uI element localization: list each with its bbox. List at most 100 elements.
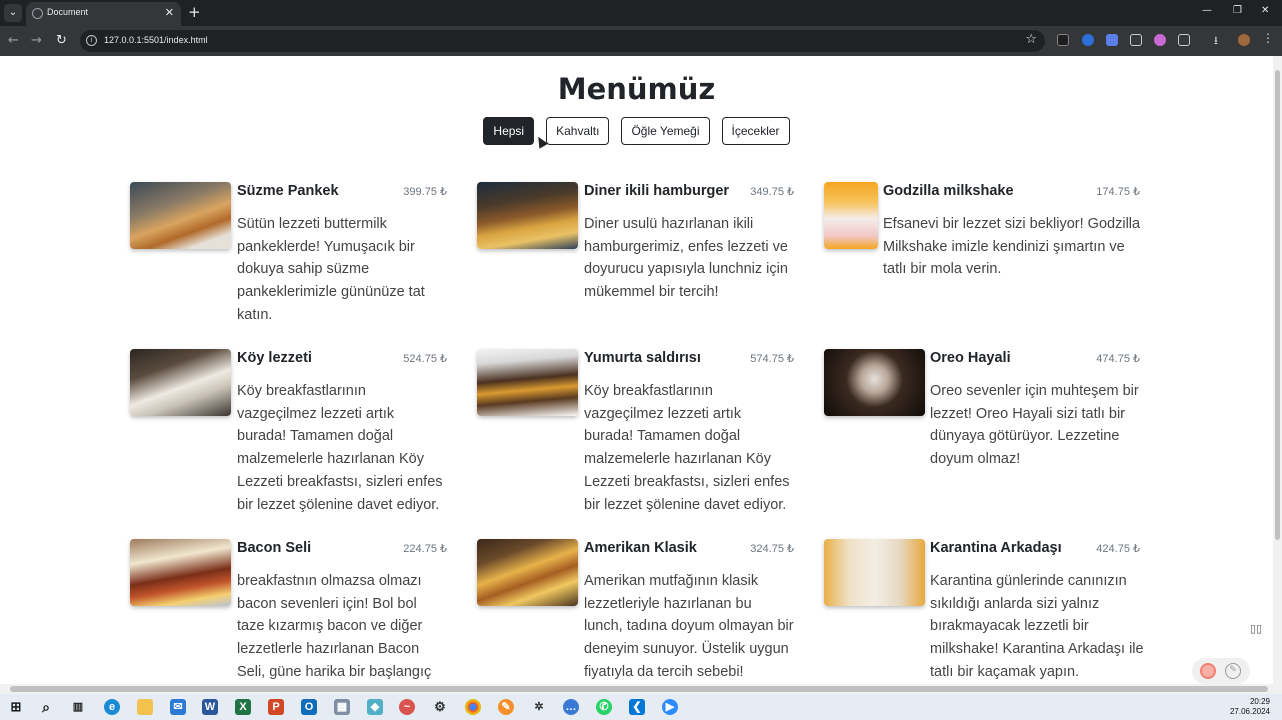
item-description: Karantina günlerinde canınızın sıkıldığı… (930, 573, 1144, 680)
village-breakfast-photo (130, 349, 231, 416)
item-title: Oreo Hayali (930, 350, 1011, 366)
horizontal-scrollbar-thumb[interactable] (10, 686, 1268, 692)
url-text: 127.0.0.1:5501/index.html (104, 35, 208, 45)
download-icon[interactable]: ⭳ (1214, 32, 1226, 47)
zoom-icon[interactable]: ▶ (662, 699, 678, 715)
item-description: Köy breakfastlarının vazgeçilmez lezzeti… (584, 383, 790, 513)
eyedropper-extension-icon[interactable] (1057, 34, 1069, 46)
calculator-icon[interactable]: ▦ (334, 699, 350, 715)
restore-button[interactable]: ❐ (1233, 5, 1242, 16)
back-button[interactable]: ← (8, 33, 19, 48)
globe-icon (32, 8, 43, 19)
item-title: Bacon Seli (237, 540, 312, 556)
recording-widget[interactable]: ✎ (1192, 658, 1250, 684)
filter-all-button[interactable]: Hepsi (483, 117, 535, 145)
edge-icon[interactable]: e (104, 699, 120, 715)
forward-button[interactable]: → (31, 33, 42, 48)
outlook-icon[interactable]: O (301, 699, 317, 715)
couple-milkshake-photo (824, 539, 925, 606)
browser-tab-bar: ⌄ Document ✕ + — ❐ ✕ (0, 0, 1282, 26)
app-icon-red[interactable]: ~ (399, 699, 415, 715)
item-title: Diner ikili hamburger (584, 183, 730, 199)
system-clock[interactable]: 20:29 27.06.2024 (1230, 697, 1270, 717)
app-icon-teal[interactable]: ◆ (367, 699, 383, 715)
item-description: Köy breakfastlarının vazgeçilmez lezzeti… (237, 383, 443, 513)
clock-time: 20:29 (1249, 697, 1270, 706)
windows-taskbar: ⊞ ⌕ ▥ e ✉ W X P O ▦ ◆ ~ ⚙ ✎ ✲ … ✆ ❮ ▶ 20… (0, 694, 1282, 720)
item-title: Köy lezzeti (237, 350, 312, 366)
browser-toolbar: ← → ↻ i 127.0.0.1:5501/index.html ☆ ⭳ ⋮ (0, 26, 1282, 56)
reading-mode-icon[interactable]: ▯▯ (1250, 622, 1262, 635)
tab-search-button[interactable]: ⌄ (4, 4, 22, 22)
powerpoint-icon[interactable]: P (268, 699, 284, 715)
filter-drinks-button[interactable]: İçecekler (721, 117, 790, 145)
item-price: 399.75 ₺ (403, 186, 447, 198)
burger-fries-photo (477, 539, 578, 606)
whatsapp-icon[interactable]: ✆ (596, 699, 612, 715)
item-price: 424.75 ₺ (1096, 543, 1140, 555)
clock-date: 27.06.2024 (1229, 707, 1270, 716)
vscode-icon[interactable]: ❮ (629, 699, 645, 715)
browser-tab[interactable]: Document ✕ (26, 2, 181, 26)
minimize-button[interactable]: — (1202, 5, 1212, 16)
filter-breakfast-button[interactable]: Kahvaltı (546, 117, 610, 145)
address-bar[interactable]: i 127.0.0.1:5501/index.html ☆ (80, 30, 1045, 52)
word-icon[interactable]: W (202, 699, 218, 715)
item-price: 174.75 ₺ (1096, 186, 1140, 198)
item-price: 574.75 ₺ (750, 353, 794, 365)
vertical-scrollbar-thumb[interactable] (1275, 70, 1280, 540)
bookmark-star-icon[interactable]: ☆ (1025, 32, 1037, 47)
extension-icon-screenshot[interactable] (1130, 34, 1142, 46)
site-info-icon[interactable]: i (86, 35, 97, 46)
file-explorer-icon[interactable] (137, 699, 153, 715)
extension-icon-blue[interactable] (1082, 34, 1094, 46)
search-icon[interactable]: ⌕ (38, 699, 54, 715)
item-description: Sütün lezzeti buttermilk pankeklerde! Yu… (237, 216, 425, 323)
item-title: Godzilla milkshake (883, 183, 1014, 199)
extension-icon-translate[interactable] (1106, 34, 1118, 46)
item-price: 474.75 ₺ (1096, 353, 1140, 365)
pen-icon[interactable]: ✎ (1225, 663, 1241, 679)
mail-icon[interactable]: ✉ (170, 699, 186, 715)
close-tab-icon[interactable]: ✕ (165, 6, 174, 19)
egg-burger-photo (477, 349, 578, 416)
reload-button[interactable]: ↻ (56, 33, 67, 48)
bacon-sandwich-photo (130, 539, 231, 606)
item-price: 524.75 ₺ (403, 353, 447, 365)
milkshake-photo (824, 182, 878, 249)
item-description: Oreo sevenler için muhteşem bir lezzet! … (930, 383, 1139, 468)
item-price: 224.75 ₺ (403, 543, 447, 555)
item-description: Diner usulü hazırlanan ikili hamburgerim… (584, 216, 788, 301)
menu-heading: Menümüz (557, 72, 716, 106)
settings-gear-icon[interactable]: ⚙ (432, 699, 448, 715)
item-description: breakfastnın olmazsa olmazı bacon sevenl… (237, 573, 432, 680)
chrome-icon[interactable] (465, 699, 481, 715)
browser-menu-icon[interactable]: ⋮ (1262, 31, 1274, 45)
item-description: Amerikan mutfağının klasik lezzetleriyle… (584, 573, 794, 680)
app-icon-orange[interactable]: ✎ (498, 699, 514, 715)
page-viewport: Menümüz Hepsi Kahvaltı Öğle Yemeği İçece… (0, 56, 1273, 684)
extension-icon-purple[interactable] (1154, 34, 1166, 46)
filter-buttons: Hepsi Kahvaltı Öğle Yemeği İçecekler (0, 117, 1273, 145)
excel-icon[interactable]: X (235, 699, 251, 715)
app-icon-bird[interactable]: ✲ (531, 699, 547, 715)
item-price: 349.75 ₺ (750, 186, 794, 198)
app-icon-blue-circle[interactable]: … (563, 699, 579, 715)
windows-start-icon[interactable]: ⊞ (8, 699, 24, 715)
item-description: Efsanevi bir lezzet sizi bekliyor! Godzi… (883, 216, 1141, 278)
close-window-button[interactable]: ✕ (1261, 5, 1269, 16)
item-title: Amerikan Klasik (584, 540, 697, 556)
record-icon[interactable] (1200, 663, 1216, 679)
item-price: 324.75 ₺ (750, 543, 794, 555)
tab-title: Document (47, 7, 89, 17)
item-title: Yumurta saldırısı (584, 350, 701, 366)
task-view-icon[interactable]: ▥ (70, 699, 86, 715)
filter-lunch-button[interactable]: Öğle Yemeği (621, 117, 710, 145)
pancake-stack-photo (130, 182, 231, 249)
oreo-shake-photo (824, 349, 925, 416)
extensions-puzzle-icon[interactable] (1178, 34, 1190, 46)
profile-avatar[interactable] (1238, 34, 1250, 46)
item-title: Karantina Arkadaşı (930, 540, 1062, 556)
double-burger-photo (477, 182, 578, 249)
new-tab-button[interactable]: + (188, 3, 201, 21)
